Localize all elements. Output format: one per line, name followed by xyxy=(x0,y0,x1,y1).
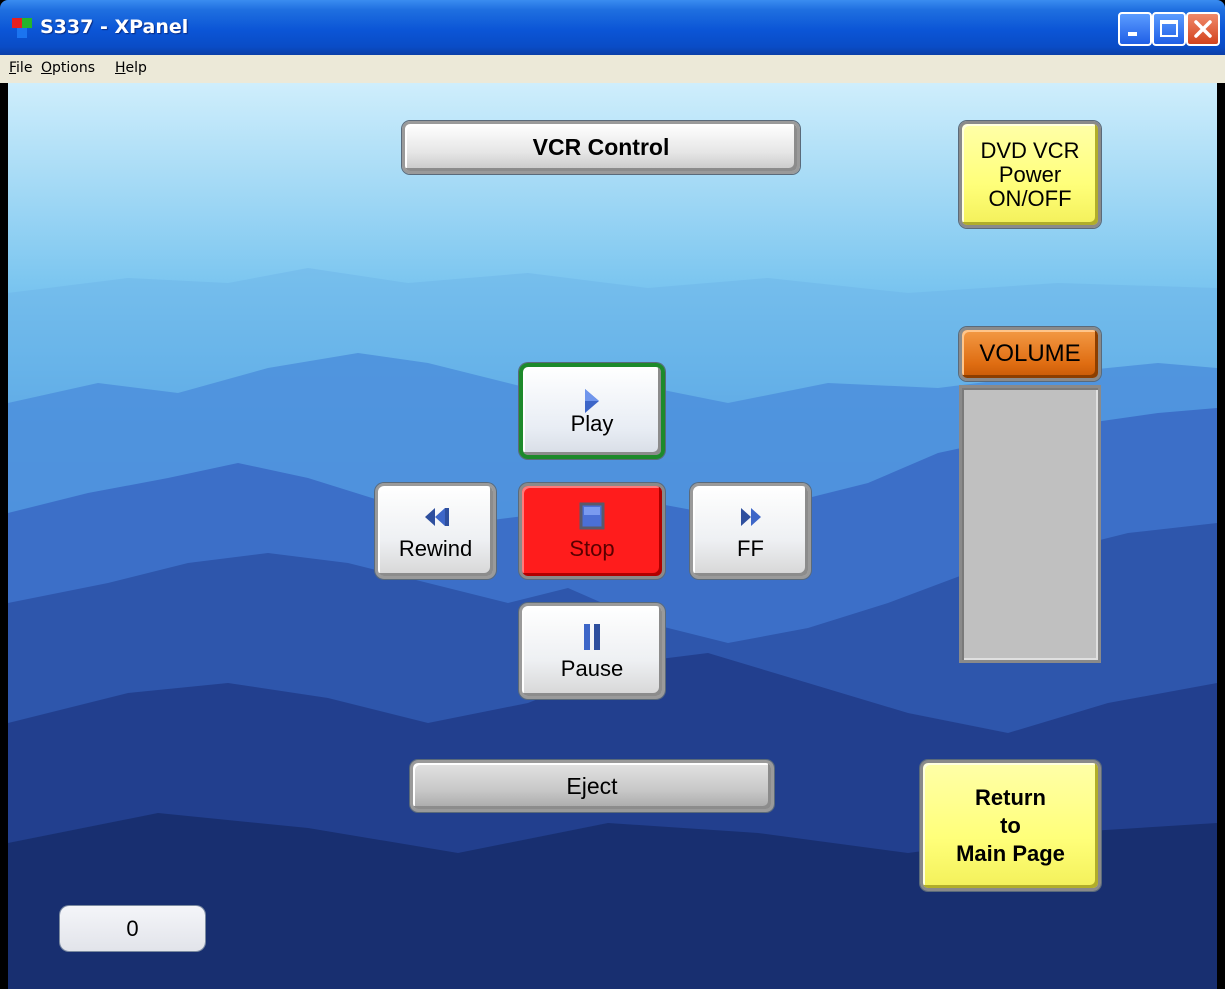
pause-icon xyxy=(584,624,600,650)
power-label-line2: Power xyxy=(998,161,1062,187)
vcr-control-header[interactable]: VCR Control xyxy=(402,121,800,174)
play-button[interactable]: Play xyxy=(519,363,665,459)
dvd-vcr-power-button[interactable]: DVD VCR Power ON/OFF xyxy=(959,121,1101,228)
minimize-icon xyxy=(1128,32,1137,36)
rewind-label: Rewind xyxy=(398,536,473,561)
window-title: S337 - XPanel xyxy=(40,16,189,38)
stop-label: Stop xyxy=(569,536,615,561)
ff-label: FF xyxy=(737,536,764,561)
pause-button[interactable]: Pause xyxy=(519,603,665,699)
rewind-icon xyxy=(424,508,449,526)
maximize-button[interactable] xyxy=(1152,12,1186,46)
maximize-icon xyxy=(1160,20,1178,37)
play-label: Play xyxy=(570,411,614,436)
volume-button[interactable]: VOLUME xyxy=(959,327,1101,381)
return-main-page-button[interactable]: Return to Main Page xyxy=(920,760,1101,891)
menu-help[interactable]: Help xyxy=(115,60,147,76)
fast-forward-button[interactable]: FF xyxy=(690,483,811,579)
menu-options-accel: O xyxy=(41,60,53,76)
counter-display: 0 xyxy=(60,906,205,951)
return-label-line2: to xyxy=(1000,812,1021,838)
counter-value: 0 xyxy=(126,915,139,941)
rewind-button[interactable]: Rewind xyxy=(375,483,496,579)
menu-help-label: elp xyxy=(125,60,147,76)
volume-label: VOLUME xyxy=(979,340,1081,367)
volume-gauge[interactable] xyxy=(959,385,1101,663)
close-icon xyxy=(1194,20,1212,38)
close-button[interactable] xyxy=(1186,12,1220,46)
power-label-line1: DVD VCR xyxy=(980,137,1080,163)
menu-file-label: ile xyxy=(16,60,33,76)
menu-bar: File Options Help xyxy=(0,55,1225,83)
menu-file-accel: F xyxy=(9,60,17,76)
menu-options-label: ptions xyxy=(52,60,96,76)
stop-button[interactable]: Stop xyxy=(519,483,665,579)
stop-icon xyxy=(579,502,605,530)
vcr-control-header-label: VCR Control xyxy=(532,134,670,160)
menu-help-accel: H xyxy=(115,60,126,76)
return-label-line1: Return xyxy=(975,784,1046,810)
xpanel-app-icon xyxy=(12,18,34,40)
fast-forward-icon xyxy=(740,508,761,526)
menu-file[interactable]: File xyxy=(9,60,32,76)
menu-options[interactable]: Options xyxy=(41,60,95,76)
eject-button[interactable]: Eject xyxy=(410,760,774,812)
eject-label: Eject xyxy=(566,772,618,799)
minimize-button[interactable] xyxy=(1118,12,1152,46)
panel-area: VCR Control DVD VCR Power ON/OFF VOLUME … xyxy=(8,83,1217,989)
title-bar[interactable]: S337 - XPanel xyxy=(0,0,1225,55)
return-label-line3: Main Page xyxy=(956,840,1065,866)
power-label-line3: ON/OFF xyxy=(988,185,1072,211)
pause-label: Pause xyxy=(560,656,624,681)
